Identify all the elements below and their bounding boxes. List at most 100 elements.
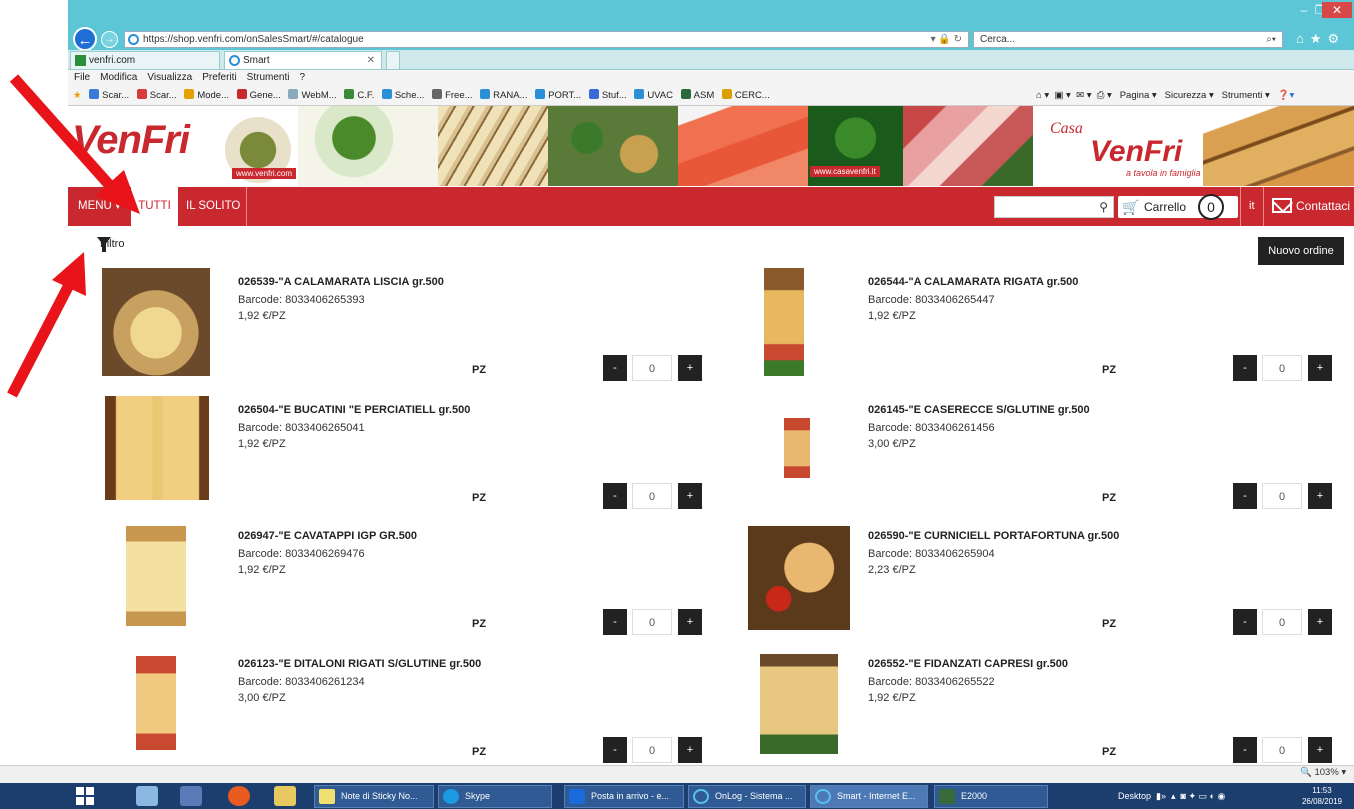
taskbar-skype[interactable]: Skype xyxy=(438,785,552,808)
taskbar-clock[interactable]: 11:53 26/08/2019 xyxy=(1296,785,1348,807)
product-image[interactable] xyxy=(760,654,838,754)
product-name[interactable]: 026123-"E DITALONI RIGATI S/GLUTINE gr.5… xyxy=(238,658,481,670)
favorite-item[interactable]: WebM... xyxy=(288,86,337,105)
qty-decrease-button[interactable]: - xyxy=(603,355,627,381)
qty-increase-button[interactable]: + xyxy=(1308,737,1332,763)
help-icon[interactable]: ❓▾ xyxy=(1278,90,1295,101)
search-icon[interactable]: ⌕▾ xyxy=(1266,32,1276,47)
qty-decrease-button[interactable]: - xyxy=(1233,483,1257,509)
menu-help[interactable]: ? xyxy=(299,72,305,83)
back-button[interactable]: ← xyxy=(73,27,97,51)
menu-file[interactable]: File xyxy=(74,72,90,83)
users-icon[interactable] xyxy=(180,786,202,806)
qty-input[interactable]: 0 xyxy=(1262,737,1302,763)
contact-button[interactable]: Contattaci xyxy=(1270,187,1350,226)
favorite-item[interactable]: CERC... xyxy=(721,86,770,105)
menu-modifica[interactable]: Modifica xyxy=(100,72,137,83)
product-name[interactable]: 026552-"E FIDANZATI CAPRESI gr.500 xyxy=(868,658,1068,670)
menu-preferiti[interactable]: Preferiti xyxy=(202,72,236,83)
product-image[interactable] xyxy=(102,268,210,376)
folder-icon[interactable] xyxy=(274,786,296,806)
favorite-item[interactable]: ASM xyxy=(680,86,714,105)
favorite-item[interactable]: Gene... xyxy=(236,86,281,105)
favorite-item[interactable]: Scar... xyxy=(89,86,129,105)
desktop-toolbar[interactable]: Desktop xyxy=(1118,791,1151,801)
product-image[interactable] xyxy=(748,526,850,630)
qty-input[interactable]: 0 xyxy=(632,609,672,635)
venfri-logo[interactable]: VenFri xyxy=(72,118,190,163)
search-icon[interactable]: ⚲ xyxy=(1099,200,1108,214)
taskbar-onlog[interactable]: OnLog - Sistema ... xyxy=(688,785,806,808)
taskbar-e2000[interactable]: E2000 xyxy=(934,785,1048,808)
browser-search-box[interactable]: Cerca... ⌕▾ xyxy=(973,31,1283,48)
menu-visualizza[interactable]: Visualizza xyxy=(147,72,192,83)
product-search-input[interactable]: ⚲ xyxy=(994,196,1114,218)
taskbar-sticky-notes[interactable]: Note di Sticky No... xyxy=(314,785,434,808)
favorite-item[interactable]: Sche... xyxy=(381,86,424,105)
close-tab-icon[interactable]: ✕ xyxy=(367,52,375,69)
taskbar-outlook[interactable]: Posta in arrivo - e... xyxy=(564,785,684,808)
taskbar-smart-ie[interactable]: Smart - Internet E... xyxy=(810,785,928,808)
qty-increase-button[interactable]: + xyxy=(1308,609,1332,635)
menu-strumenti[interactable]: Strumenti xyxy=(247,72,290,83)
command-sicurezza[interactable]: Sicurezza ▾ xyxy=(1165,90,1214,101)
favorite-item[interactable]: UVAC xyxy=(634,86,673,105)
product-name[interactable]: 026504-"E BUCATINI "E PERCIATIELL gr.500 xyxy=(238,404,470,416)
qty-decrease-button[interactable]: - xyxy=(1233,737,1257,763)
browser-toolbar-icons[interactable]: ⌂★⚙ xyxy=(1296,31,1345,47)
language-selector[interactable]: it xyxy=(1240,187,1264,226)
qty-decrease-button[interactable]: - xyxy=(603,737,627,763)
tab-smart[interactable]: Smart ✕ xyxy=(224,51,382,69)
product-image[interactable] xyxy=(784,418,810,478)
qty-increase-button[interactable]: + xyxy=(1308,355,1332,381)
filter-toggle[interactable]: Filtro xyxy=(82,237,124,252)
favorite-item[interactable]: C.F. xyxy=(344,86,374,105)
favorite-item[interactable]: Mode... xyxy=(184,86,229,105)
command-strumenti[interactable]: Strumenti ▾ xyxy=(1222,90,1270,101)
qty-decrease-button[interactable]: - xyxy=(603,483,627,509)
lock-icon[interactable]: ▾ 🔒 ↻ xyxy=(931,32,962,47)
qty-input[interactable]: 0 xyxy=(632,737,672,763)
tab-venfri[interactable]: venfri.com xyxy=(70,51,220,69)
qty-input[interactable]: 0 xyxy=(632,355,672,381)
product-name[interactable]: 026145-"E CASERECCE S/GLUTINE gr.500 xyxy=(868,404,1090,416)
favorite-item[interactable]: PORT... xyxy=(535,86,581,105)
feeds-icon[interactable]: ▣ ▾ xyxy=(1054,90,1070,101)
home-icon[interactable]: ⌂ ▾ xyxy=(1036,90,1049,101)
product-name[interactable]: 026590-"E CURNICIELL PORTAFORTUNA gr.500 xyxy=(868,530,1119,542)
qty-input[interactable]: 0 xyxy=(632,483,672,509)
close-window-button[interactable]: ✕ xyxy=(1322,2,1352,18)
qty-input[interactable]: 0 xyxy=(1262,355,1302,381)
tray-icons[interactable]: ▮» ▴ ◙ ✦ ▭ ◐ ◉ xyxy=(1154,791,1225,801)
favorite-item[interactable]: Scar... xyxy=(136,86,177,105)
start-button[interactable] xyxy=(76,787,94,805)
cart-button[interactable]: 🛒 Carrello 0 xyxy=(1118,194,1238,220)
qty-increase-button[interactable]: + xyxy=(1308,483,1332,509)
product-name[interactable]: 026539-"A CALAMARATA LISCIA gr.500 xyxy=(238,276,444,288)
qty-increase-button[interactable]: + xyxy=(678,737,702,763)
calculator-icon[interactable] xyxy=(136,786,158,806)
qty-increase-button[interactable]: + xyxy=(678,483,702,509)
qty-decrease-button[interactable]: - xyxy=(1233,609,1257,635)
product-name[interactable]: 026947-"E CAVATAPPI IGP GR.500 xyxy=(238,530,417,542)
nav-il-solito[interactable]: IL SOLITO xyxy=(180,187,248,226)
qty-decrease-button[interactable]: - xyxy=(1233,355,1257,381)
favorite-item[interactable]: RANA... xyxy=(480,86,527,105)
nav-tutti[interactable]: TUTTI xyxy=(131,187,178,226)
menu-dropdown-button[interactable]: MENU ▾ xyxy=(72,187,127,226)
address-bar[interactable]: https://shop.venfri.com/onSalesSmart/#/c… xyxy=(124,31,969,48)
favorite-item[interactable]: Stuf... xyxy=(588,86,627,105)
product-image[interactable] xyxy=(136,656,176,750)
qty-input[interactable]: 0 xyxy=(1262,609,1302,635)
command-pagina[interactable]: Pagina ▾ xyxy=(1120,90,1157,101)
product-image[interactable] xyxy=(764,268,804,376)
product-image[interactable] xyxy=(126,526,186,626)
qty-input[interactable]: 0 xyxy=(1262,483,1302,509)
new-tab-button[interactable] xyxy=(386,51,400,69)
product-name[interactable]: 026544-"A CALAMARATA RIGATA gr.500 xyxy=(868,276,1078,288)
zoom-level[interactable]: 🔍 103% ▾ xyxy=(1300,767,1346,778)
new-order-button[interactable]: Nuovo ordine xyxy=(1258,237,1344,265)
chrome-icon[interactable] xyxy=(228,786,250,806)
forward-button[interactable]: → xyxy=(101,31,118,48)
mail-icon[interactable]: ✉ ▾ xyxy=(1076,90,1091,101)
